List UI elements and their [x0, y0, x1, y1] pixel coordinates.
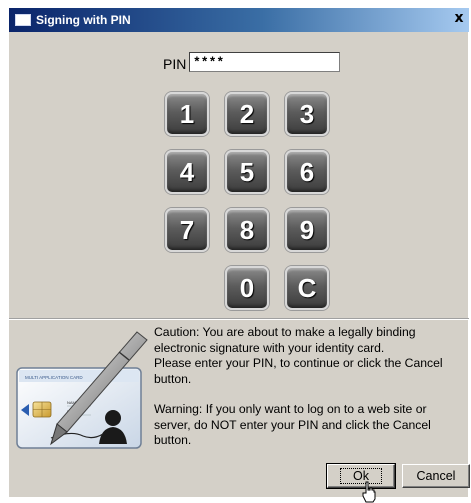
window-icon — [15, 14, 31, 26]
window-title: Signing with PIN — [36, 13, 131, 27]
cancel-button-label: Cancel — [416, 469, 456, 483]
card-title: MULTI APPLICATION CARD — [25, 375, 83, 380]
ok-button[interactable]: Ok — [326, 463, 396, 489]
key-3[interactable]: 3 — [285, 92, 329, 136]
title-bar[interactable]: Signing with PIN x — [9, 8, 469, 32]
cancel-button[interactable]: Cancel — [402, 464, 470, 488]
message-panel: Caution: You are about to make a legally… — [154, 325, 464, 449]
pin-input[interactable] — [189, 52, 340, 72]
separator — [9, 318, 469, 320]
pin-dialog: Signing with PIN x PIN 1 2 3 4 5 6 7 8 9… — [8, 8, 470, 503]
key-1[interactable]: 1 — [165, 92, 209, 136]
pin-label: PIN — [163, 56, 187, 72]
key-0[interactable]: 0 — [225, 266, 269, 310]
key-7[interactable]: 7 — [165, 208, 209, 252]
key-9[interactable]: 9 — [285, 208, 329, 252]
key-5[interactable]: 5 — [225, 150, 269, 194]
hand-cursor-icon — [362, 481, 376, 503]
close-button[interactable]: x — [451, 10, 467, 26]
key-4[interactable]: 4 — [165, 150, 209, 194]
caution-text: Caution: You are about to make a legally… — [154, 325, 443, 386]
key-8[interactable]: 8 — [225, 208, 269, 252]
key-6[interactable]: 6 — [285, 150, 329, 194]
key-2[interactable]: 2 — [225, 92, 269, 136]
warning-text: Warning: If you only want to log on to a… — [154, 402, 431, 447]
id-card-icon: MULTI APPLICATION CARD NAME NR. — [16, 331, 148, 449]
key-clear[interactable]: C — [285, 266, 329, 310]
